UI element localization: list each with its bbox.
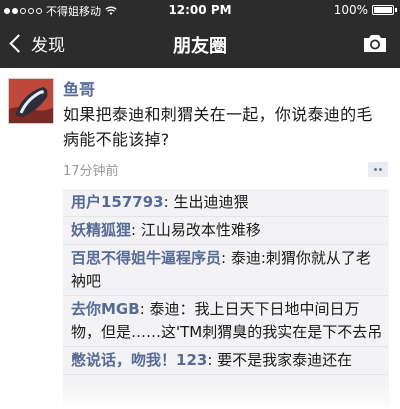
comment-item[interactable]: 用户157793: 生出迪迪猥 (63, 189, 389, 217)
comment-text: 生出迪迪猥 (173, 193, 249, 211)
post-time: 17分钟前 (63, 164, 119, 179)
fish-avatar-icon (9, 79, 53, 123)
comment-separator: : (139, 300, 150, 318)
comment-author[interactable]: 用户157793 (71, 193, 164, 211)
page-title: 朋友圈 (173, 36, 227, 57)
comment-item[interactable]: 去你MGB: 泰迪：我上日天下日地中间日万物，但是……这'TM刺猬臭的我实在是下… (63, 296, 389, 347)
comment-separator: : (207, 351, 218, 369)
bottom-fade (63, 383, 389, 409)
comment-separator: : (221, 249, 231, 267)
moments-post: 鱼哥 如果把泰迪和刺猬关在一起，你说泰迪的毛病能不能该掉? 17分钟前 用户15… (0, 68, 400, 409)
comment-item[interactable]: 妖精狐狸: 江山易改本性难移 (63, 217, 389, 245)
nav-bar: 发现 朋友圈 (0, 20, 400, 68)
camera-icon[interactable] (362, 32, 388, 54)
avatar[interactable] (8, 78, 54, 124)
post-author[interactable]: 鱼哥 (63, 76, 95, 100)
comment-author[interactable]: 憋说话，吻我！123 (71, 351, 207, 369)
status-bar: 不得姐移动 12:00 PM 100% (0, 0, 400, 20)
status-right: 100% (333, 3, 397, 17)
comment-item[interactable]: 百思不得姐牛逼程序员: 泰迪:刺猬你就从了老衲吧 (63, 245, 389, 296)
comment-text: 江山易改本性难移 (140, 221, 261, 239)
comment-author[interactable]: 去你MGB (71, 300, 140, 318)
comment-author[interactable]: 妖精狐狸 (71, 221, 131, 239)
comment-button[interactable] (368, 162, 388, 177)
comments-list: 用户157793: 生出迪迪猥 妖精狐狸: 江山易改本性难移 百思不得姐牛逼程序… (63, 189, 389, 409)
comment-separator: : (131, 221, 141, 239)
post-text: 如果把泰迪和刺猬关在一起，你说泰迪的毛病能不能该掉? (63, 105, 373, 149)
battery-icon (372, 5, 397, 15)
battery-percent: 100% (333, 3, 368, 17)
comment-item[interactable]: 憋说话，吻我！123: 要不是我家泰迪还在 (63, 347, 389, 375)
comment-author[interactable]: 百思不得姐牛逼程序员 (71, 249, 221, 267)
comment-separator: : (163, 193, 174, 211)
comment-text: 要不是我家泰迪还在 (217, 351, 353, 369)
